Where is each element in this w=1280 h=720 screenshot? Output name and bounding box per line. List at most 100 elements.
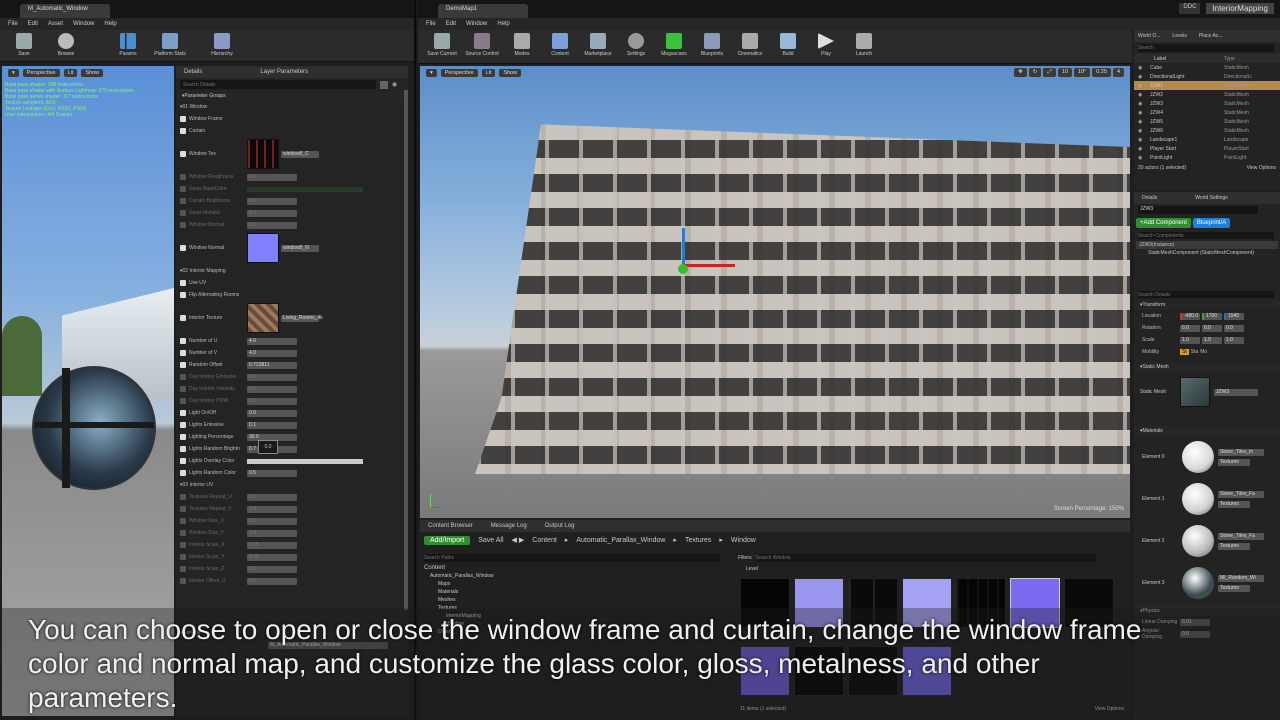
marketplace-button[interactable]: Marketplace <box>580 33 616 57</box>
outliner-row[interactable]: ◉ JZW3 StaticMesh <box>1134 99 1280 108</box>
material-slot-dropdown[interactable]: Textures <box>1218 542 1250 550</box>
menu-window[interactable]: Window <box>466 21 487 27</box>
material-slot-dropdown[interactable]: Textures <box>1218 458 1250 466</box>
eye-icon[interactable]: ◉ <box>1134 146 1144 152</box>
details-search-input[interactable] <box>180 80 376 89</box>
blueprints-button[interactable]: Blueprints <box>694 33 730 57</box>
eye-icon[interactable]: ◉ <box>1134 137 1144 143</box>
outliner-row[interactable]: ◉ DirectionalLight DirectionalLi <box>1134 72 1280 81</box>
parameter-checkbox[interactable] <box>180 292 186 298</box>
material-sphere-thumbnail[interactable] <box>1182 525 1214 557</box>
eye-icon[interactable]: ◉ <box>1134 128 1144 134</box>
tab-output-log[interactable]: Output Log <box>545 523 575 529</box>
tree-meshes[interactable]: Meshes <box>424 596 724 604</box>
parameter-value[interactable]: window5_N <box>281 244 319 252</box>
rotation-z[interactable]: 0.0 <box>1224 324 1244 332</box>
tab-levels[interactable]: Levels <box>1172 33 1186 39</box>
parameter-checkbox[interactable] <box>180 530 186 536</box>
menu-asset[interactable]: Asset <box>48 21 63 27</box>
parameter-value[interactable]: 0.0 <box>247 577 297 585</box>
mobility-static[interactable]: St <box>1180 349 1189 355</box>
parameter-checkbox[interactable] <box>180 470 186 476</box>
outliner-row[interactable]: ◉ JZW5 StaticMesh <box>1134 117 1280 126</box>
parameter-checkbox[interactable] <box>180 222 186 228</box>
parameter-value[interactable]: 4.0 <box>247 349 297 357</box>
mobility-stationary[interactable]: Sta <box>1191 349 1199 355</box>
parameter-checkbox[interactable] <box>180 245 186 251</box>
viewport-show-button[interactable]: Show <box>499 69 522 77</box>
parameter-checkbox[interactable] <box>180 518 186 524</box>
color-swatch[interactable] <box>247 186 363 192</box>
details-search-input[interactable] <box>1138 291 1274 298</box>
tab-world-outliner[interactable]: World O... <box>1138 33 1160 39</box>
parameter-checkbox[interactable] <box>180 458 186 464</box>
outliner-row[interactable]: ◉ PointLight PointLight <box>1134 153 1280 162</box>
color-swatch[interactable] <box>247 458 363 464</box>
camera-speed[interactable]: 4 <box>1112 68 1124 77</box>
search-window-input[interactable] <box>755 554 1096 562</box>
parameter-checkbox[interactable] <box>180 315 186 321</box>
menu-edit[interactable]: Edit <box>446 21 456 27</box>
parameter-value[interactable]: 0.723811 <box>247 361 297 369</box>
parameter-checkbox[interactable] <box>180 542 186 548</box>
transform-section[interactable]: ▾ Transform <box>1134 300 1280 310</box>
parameter-checkbox[interactable] <box>180 506 186 512</box>
eye-icon[interactable]: ◉ <box>1134 101 1144 107</box>
parameter-checkbox[interactable] <box>180 434 186 440</box>
scale-z[interactable]: 1.0 <box>1224 336 1244 344</box>
parameter-value[interactable]: window5_C <box>281 150 319 158</box>
level-tab[interactable]: DemoMap1 <box>438 4 528 18</box>
parameter-value[interactable]: 1.0 <box>247 565 297 573</box>
material-dropdown[interactable]: Stone_Tiles_Fa <box>1218 490 1264 498</box>
outliner-row[interactable]: ◉ JZW6 StaticMesh <box>1134 126 1280 135</box>
group-header[interactable]: ▾ 01 Window <box>180 101 408 113</box>
parameter-checkbox[interactable] <box>180 566 186 572</box>
material-sphere-thumbnail[interactable] <box>1182 567 1214 599</box>
parameter-checkbox[interactable] <box>180 446 186 452</box>
outliner-row[interactable]: ◉ JZW2 StaticMesh <box>1134 90 1280 99</box>
content-button[interactable]: Content <box>542 33 578 57</box>
parameter-checkbox[interactable] <box>180 350 186 356</box>
breadcrumb-2[interactable]: Textures <box>685 537 711 544</box>
parameter-checkbox[interactable] <box>180 554 186 560</box>
static-mesh-thumbnail[interactable] <box>1180 377 1210 407</box>
mobility-movable[interactable]: Mo <box>1200 349 1207 355</box>
cinematics-button[interactable]: Cinematics <box>732 33 768 57</box>
menu-edit[interactable]: Edit <box>28 21 38 27</box>
megascans-button[interactable]: Megascans <box>656 33 692 57</box>
parameter-value[interactable]: 0.0 <box>247 373 297 381</box>
outliner-view-options[interactable]: View Options <box>1247 165 1276 171</box>
outliner-row[interactable]: ◉ Landscape1 Landscape <box>1134 135 1280 144</box>
rotation-x[interactable]: 0.0 <box>1180 324 1200 332</box>
parameter-checkbox[interactable] <box>180 198 186 204</box>
preview-menu-button[interactable]: ▾ <box>8 69 19 77</box>
viewport-perspective-button[interactable]: Perspective <box>440 69 478 77</box>
eye-icon[interactable]: ◉ <box>1134 110 1144 116</box>
parameter-value[interactable]: 0.7 <box>247 209 297 217</box>
eye-icon[interactable]: ◉ <box>1134 74 1144 80</box>
gizmo-y-axis[interactable] <box>678 264 688 274</box>
tree-materials[interactable]: Materials <box>424 588 724 596</box>
blueprint-button[interactable]: Blueprint/A <box>1192 218 1231 228</box>
browse-button[interactable]: Browse <box>48 33 84 57</box>
search-paths-input[interactable] <box>424 554 720 562</box>
texture-thumbnail[interactable] <box>247 139 279 169</box>
group-header[interactable]: ▾ 02 Interior Mapping <box>180 265 408 277</box>
source-control-button[interactable]: Source Control <box>462 33 502 57</box>
scale-icon[interactable]: ⤢ <box>1043 68 1056 77</box>
settings-button[interactable]: Settings <box>618 33 654 57</box>
tab-world-settings[interactable]: World Settings <box>1195 195 1227 201</box>
materials-section[interactable]: ▾ Materials <box>1134 426 1280 436</box>
add-component-button[interactable]: +Add Component <box>1136 218 1191 228</box>
parameter-value[interactable]: 0.75 <box>247 541 297 549</box>
build-button[interactable]: Build <box>770 33 806 57</box>
level-viewport[interactable]: ▾ Perspective Lit Show ✥ ↻ ⤢ 10 10° 0.25… <box>420 66 1130 518</box>
parameter-checkbox[interactable] <box>180 210 186 216</box>
eye-icon[interactable]: ◉ <box>1134 119 1144 125</box>
filters-button[interactable]: Filters <box>738 555 752 561</box>
modes-button[interactable]: Modes <box>504 33 540 57</box>
outliner-row[interactable]: ◉ Player Start PlayerStart <box>1134 144 1280 153</box>
location-y[interactable]: 1700 <box>1202 312 1222 320</box>
viewport-menu-button[interactable]: ▾ <box>426 69 437 77</box>
material-slot-dropdown[interactable]: Textures <box>1218 500 1250 508</box>
